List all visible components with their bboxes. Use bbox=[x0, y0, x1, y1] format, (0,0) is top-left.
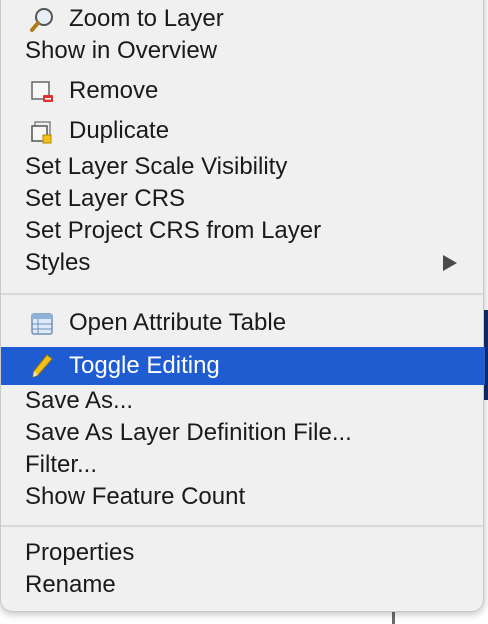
menu-item-toggle-editing[interactable]: Toggle Editing bbox=[1, 347, 485, 385]
attribute-table-icon bbox=[29, 311, 55, 337]
menu-item-label: Save As... bbox=[25, 387, 134, 414]
menu-item-label: Styles bbox=[25, 249, 91, 276]
menu-item-label: Show Feature Count bbox=[25, 483, 246, 510]
menu-item-label: Set Layer Scale Visibility bbox=[25, 153, 288, 180]
menu-item-filter[interactable]: Filter... bbox=[1, 449, 485, 481]
menu-item-label: Rename bbox=[25, 571, 116, 598]
menu-separator bbox=[1, 525, 485, 527]
menu-item-label: Set Project CRS from Layer bbox=[25, 217, 322, 244]
menu-item-show-feature-count[interactable]: Show Feature Count bbox=[1, 481, 485, 513]
duplicate-layer-icon bbox=[29, 119, 55, 145]
menu-item-set-layer-scale-visibility[interactable]: Set Layer Scale Visibility bbox=[1, 151, 485, 183]
menu-item-show-in-overview[interactable]: Show in Overview bbox=[1, 35, 485, 67]
menu-item-remove[interactable]: Remove bbox=[1, 75, 485, 107]
menu-item-label: Duplicate bbox=[69, 117, 170, 144]
menu-item-label: Properties bbox=[25, 539, 135, 566]
menu-item-label: Set Layer CRS bbox=[25, 185, 186, 212]
menu-separator bbox=[1, 293, 485, 295]
menu-item-set-project-crs[interactable]: Set Project CRS from Layer bbox=[1, 215, 485, 247]
menu-item-label: Save As Layer Definition File... bbox=[25, 419, 352, 446]
menu-item-save-as[interactable]: Save As... bbox=[1, 385, 485, 417]
menu-item-label: Toggle Editing bbox=[69, 352, 220, 379]
menu-item-label: Zoom to Layer bbox=[69, 5, 224, 32]
menu-item-zoom-to-layer[interactable]: Zoom to Layer bbox=[1, 3, 485, 35]
menu-item-properties[interactable]: Properties bbox=[1, 537, 485, 569]
menu-item-duplicate[interactable]: Duplicate bbox=[1, 115, 485, 147]
pencil-icon bbox=[29, 353, 55, 379]
menu-item-set-layer-crs[interactable]: Set Layer CRS bbox=[1, 183, 485, 215]
layer-context-menu: Zoom to Layer Show in Overview Remove Du… bbox=[0, 0, 485, 612]
menu-item-open-attribute-table[interactable]: Open Attribute Table bbox=[1, 307, 485, 339]
zoom-to-layer-icon bbox=[29, 7, 55, 33]
menu-item-styles[interactable]: Styles bbox=[1, 247, 485, 279]
menu-item-save-as-layer-definition[interactable]: Save As Layer Definition File... bbox=[1, 417, 485, 449]
remove-layer-icon bbox=[29, 79, 55, 105]
submenu-arrow-icon bbox=[443, 255, 457, 271]
menu-item-rename[interactable]: Rename bbox=[1, 569, 485, 601]
menu-item-label: Filter... bbox=[25, 451, 98, 478]
menu-item-label: Open Attribute Table bbox=[69, 309, 287, 336]
menu-item-label: Show in Overview bbox=[25, 37, 218, 64]
menu-item-label: Remove bbox=[69, 77, 159, 104]
